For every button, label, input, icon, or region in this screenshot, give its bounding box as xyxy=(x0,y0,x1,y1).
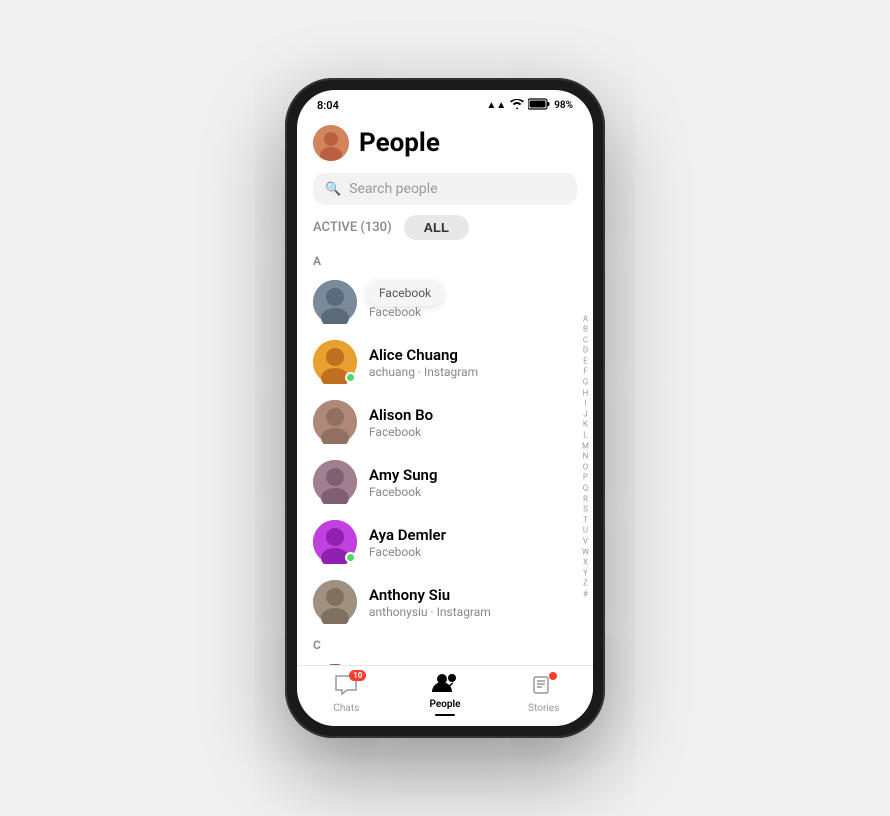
nav-active-bar xyxy=(435,714,455,716)
contact-name-amy: Amy Sung xyxy=(369,466,577,484)
contact-sub-aya: Facebook xyxy=(369,545,577,559)
wifi-icon xyxy=(510,99,524,112)
online-indicator-alice xyxy=(345,372,356,383)
section-header-a: A xyxy=(297,248,593,272)
content-area: A B C D E F G H I J K L M N O P Q R S T xyxy=(297,248,593,665)
stories-badge xyxy=(549,672,557,680)
nav-label-stories: Stories xyxy=(528,703,559,714)
nav-label-chats: Chats xyxy=(333,703,359,714)
contact-sub-alison: Facebook xyxy=(369,425,577,439)
status-time: 8:04 xyxy=(317,99,339,112)
contact-sub-anthony: anthonysiu · Instagram xyxy=(369,605,577,619)
tab-toggle: ACTIVE (130) ALL xyxy=(313,215,577,240)
contact-item-amy-sung[interactable]: Amy Sung Facebook xyxy=(297,452,593,512)
stories-icon xyxy=(533,674,555,701)
nav-item-chats[interactable]: 10 Chats xyxy=(297,672,396,716)
page-title: People xyxy=(359,128,440,158)
contact-info-alice: Alice Chuang achuang · Instagram xyxy=(369,346,577,379)
contact-avatar-amy xyxy=(313,460,357,504)
contact-avatar-alison xyxy=(313,400,357,444)
section-header-c: C xyxy=(297,632,593,656)
online-indicator-aya xyxy=(345,552,356,563)
contact-name-anthony: Anthony Siu xyxy=(369,586,577,604)
contact-avatar-alice xyxy=(313,340,357,384)
contact-sub-alan: Facebook xyxy=(369,305,577,319)
bottom-nav: 10 Chats People xyxy=(297,665,593,726)
contact-info-amy: Amy Sung Facebook xyxy=(369,466,577,499)
search-bar[interactable]: 🔍 Search people xyxy=(313,173,577,205)
contact-name-alice: Alice Chuang xyxy=(369,346,577,364)
contact-info-aya: Aya Demler Facebook xyxy=(369,526,577,559)
contact-info-alison: Alison Bo Facebook xyxy=(369,406,577,439)
contact-avatar-alan xyxy=(313,280,357,324)
phone-frame: 8:04 ▲▲ 98% xyxy=(285,78,605,738)
status-bar: 8:04 ▲▲ 98% xyxy=(297,90,593,117)
contact-avatar-carol xyxy=(313,664,357,665)
nav-item-stories[interactable]: Stories xyxy=(494,672,593,716)
contact-avatar-aya xyxy=(313,520,357,564)
search-icon: 🔍 xyxy=(325,182,341,197)
signal-icon: ▲▲ xyxy=(486,100,506,111)
contact-item-alison-bo[interactable]: Alison Bo Facebook xyxy=(297,392,593,452)
contact-name-aya: Aya Demler xyxy=(369,526,577,544)
contact-item-alice-chuang[interactable]: Alice Chuang achuang · Instagram xyxy=(297,332,593,392)
battery-icon xyxy=(528,98,550,113)
contact-avatar-anthony xyxy=(313,580,357,624)
tab-active-label[interactable]: ACTIVE (130) xyxy=(313,220,392,235)
battery-percent: 98% xyxy=(554,100,573,111)
contact-sub-amy: Facebook xyxy=(369,485,577,499)
tab-all-button[interactable]: ALL xyxy=(404,215,469,240)
people-icon xyxy=(432,672,458,697)
nav-label-people: People xyxy=(430,699,461,710)
app-header: People xyxy=(297,117,593,169)
contact-item-anthony-siu[interactable]: Anthony Siu anthonysiu · Instagram xyxy=(297,572,593,632)
contact-sub-alice: achuang · Instagram xyxy=(369,365,577,379)
contact-item-aya-demler[interactable]: Aya Demler Facebook xyxy=(297,512,593,572)
nav-item-people[interactable]: People xyxy=(396,672,495,716)
contact-info-anthony: Anthony Siu anthonysiu · Instagram xyxy=(369,586,577,619)
search-placeholder: Search people xyxy=(349,181,437,197)
phone-screen: 8:04 ▲▲ 98% xyxy=(297,90,593,726)
contact-item-alan-zhao[interactable]: Alan Zhao Facebook Facebook xyxy=(297,272,593,332)
chats-badge: 10 xyxy=(349,670,366,681)
contact-item-carol-yip[interactable]: Carol Yip carolyip · Instagram xyxy=(297,656,593,665)
contact-name-alison: Alison Bo xyxy=(369,406,577,424)
tooltip-alan: Facebook xyxy=(367,280,443,306)
user-avatar[interactable] xyxy=(313,125,349,161)
chats-icon: 10 xyxy=(334,674,358,701)
